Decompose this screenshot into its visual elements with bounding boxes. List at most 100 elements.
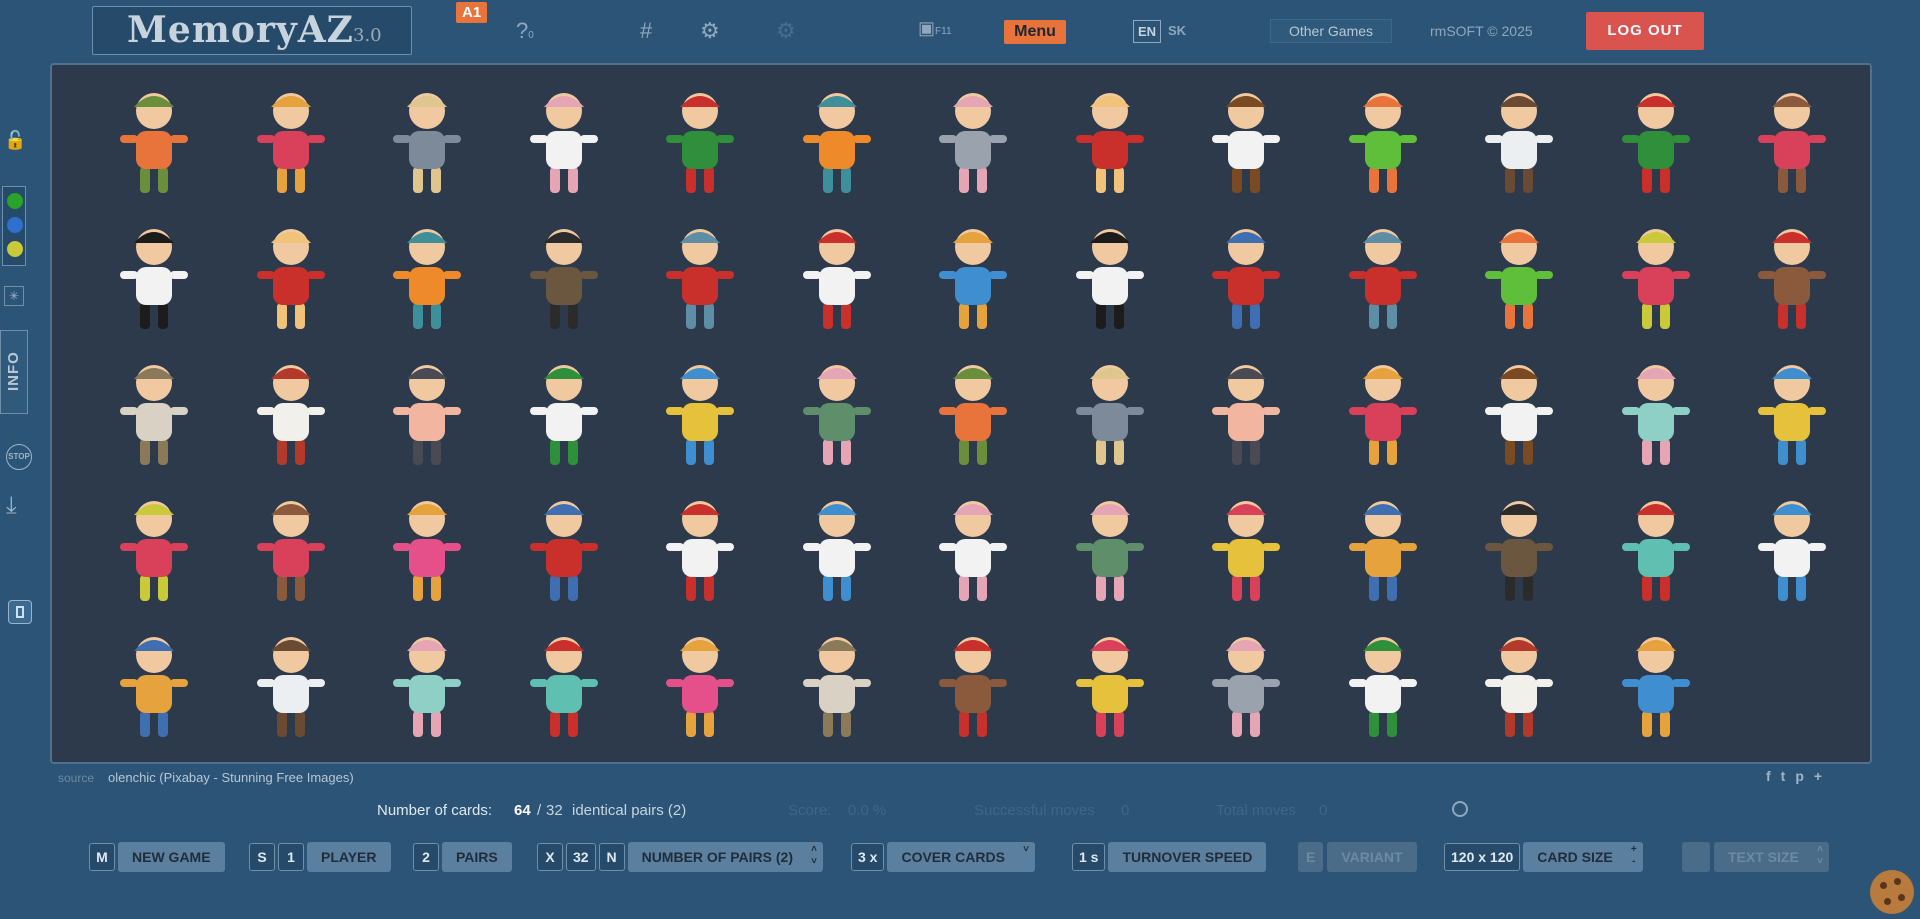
card-traveler[interactable] xyxy=(1588,209,1724,345)
card-blonde-girl[interactable] xyxy=(1178,481,1314,617)
card-owl[interactable] xyxy=(496,209,632,345)
card-chef-cupcakes[interactable] xyxy=(632,481,768,617)
card-happy-girl[interactable] xyxy=(359,617,495,753)
language-en-button[interactable]: EN xyxy=(1133,20,1161,43)
hash-numbers-icon[interactable]: # xyxy=(640,18,652,44)
twitter-icon[interactable]: t xyxy=(1781,768,1786,784)
pairs-value[interactable]: 2 xyxy=(413,843,439,871)
card-size-button[interactable]: CARD SIZE + - xyxy=(1523,842,1643,872)
color-green-button[interactable] xyxy=(7,193,23,209)
card-scarf-man[interactable] xyxy=(1315,209,1451,345)
card-fitness-girl[interactable] xyxy=(359,345,495,481)
card-headphone-girl[interactable] xyxy=(1724,73,1860,209)
card-panda[interactable] xyxy=(86,209,222,345)
card-grandpa[interactable] xyxy=(769,617,905,753)
card-blonde-girl[interactable] xyxy=(1042,617,1178,753)
card-thermometer-boy[interactable] xyxy=(1588,481,1724,617)
card-astronaut[interactable] xyxy=(223,617,359,753)
card-doctor[interactable] xyxy=(769,481,905,617)
source-value[interactable]: olenchic (Pixabay - Stunning Free Images… xyxy=(108,770,354,785)
card-bunny[interactable] xyxy=(905,481,1041,617)
card-doctor[interactable] xyxy=(1724,481,1860,617)
cover-cards-value[interactable]: 3 x xyxy=(851,843,885,871)
card-rollerskater[interactable] xyxy=(1315,345,1451,481)
card-panda[interactable] xyxy=(1042,209,1178,345)
snowflake-icon[interactable]: ✳ xyxy=(4,286,24,306)
pinterest-icon[interactable]: p xyxy=(1795,768,1804,784)
level-badge[interactable]: A1 xyxy=(456,2,488,23)
card-shy-couple[interactable] xyxy=(769,345,905,481)
n-key[interactable]: N xyxy=(598,843,625,871)
number-of-pairs-button[interactable]: NUMBER OF PAIRS (2) ˄ ˅ xyxy=(627,842,823,872)
card-polar-bear[interactable] xyxy=(1451,617,1587,753)
card-happy-girl[interactable] xyxy=(1588,345,1724,481)
card-bbq-man[interactable] xyxy=(1724,209,1860,345)
card-leprechaun[interactable] xyxy=(1588,73,1724,209)
stepper-icon[interactable]: ˄ ˅ xyxy=(811,844,817,868)
help-icon[interactable]: ?0 xyxy=(516,18,534,44)
card-dog-walker[interactable] xyxy=(632,617,768,753)
card-hiker[interactable] xyxy=(86,73,222,209)
card-tiger[interactable] xyxy=(769,73,905,209)
card-pizza-chef[interactable] xyxy=(496,345,632,481)
card-leprechaun[interactable] xyxy=(632,73,768,209)
share-plus-icon[interactable]: + xyxy=(1814,768,1822,784)
card-pregnant-woman[interactable] xyxy=(86,617,222,753)
card-schoolgirl[interactable] xyxy=(359,73,495,209)
card-captain[interactable] xyxy=(1451,345,1587,481)
card-traveler[interactable] xyxy=(86,481,222,617)
card-pencil-girl[interactable] xyxy=(1588,617,1724,753)
cover-cards-button[interactable]: COVER CARDS ˅ xyxy=(887,842,1035,872)
card-crocodile[interactable] xyxy=(1451,209,1587,345)
card-strongman[interactable] xyxy=(223,209,359,345)
card-grandpa[interactable] xyxy=(86,345,222,481)
pairs-button[interactable]: PAIRS xyxy=(442,842,512,872)
other-games-button[interactable]: Other Games xyxy=(1270,19,1392,43)
player-key[interactable]: S xyxy=(249,843,275,871)
card-owl[interactable] xyxy=(1451,481,1587,617)
cookie-icon[interactable] xyxy=(1870,870,1914,914)
download-arrow-icon[interactable]: ⤓ xyxy=(6,492,17,520)
card-astronaut[interactable] xyxy=(1451,73,1587,209)
fullscreen-icon[interactable]: ▣F11 xyxy=(918,18,952,39)
card-pizza-chef[interactable] xyxy=(1315,617,1451,753)
menu-button[interactable]: Menu xyxy=(1004,20,1066,44)
facebook-icon[interactable]: f xyxy=(1766,768,1771,784)
info-tab[interactable]: INFO xyxy=(0,330,28,414)
card-bunny[interactable] xyxy=(496,73,632,209)
card-vacuum-robot[interactable] xyxy=(1724,345,1860,481)
turnover-speed-value[interactable]: 1 s xyxy=(1072,843,1106,871)
language-sk-button[interactable]: SK xyxy=(1168,23,1186,38)
card-dog-walker[interactable] xyxy=(359,481,495,617)
player-button[interactable]: PLAYER xyxy=(307,842,391,872)
card-rollerskater[interactable] xyxy=(223,73,359,209)
new-game-key[interactable]: M xyxy=(89,843,115,871)
x-key[interactable]: X xyxy=(537,843,563,871)
color-blue-button[interactable] xyxy=(7,217,23,233)
lock-icon[interactable]: 🔓 xyxy=(4,130,26,152)
card-shy-couple[interactable] xyxy=(1042,481,1178,617)
card-thermometer-boy[interactable] xyxy=(496,617,632,753)
card-hiker[interactable] xyxy=(905,345,1041,481)
card-crocodile[interactable] xyxy=(1315,73,1451,209)
card-vacuum-robot[interactable] xyxy=(632,345,768,481)
puzzle-icon[interactable]: ⚙ xyxy=(700,18,720,44)
card-pencil-girl[interactable] xyxy=(905,209,1041,345)
card-schoolgirl[interactable] xyxy=(1042,345,1178,481)
color-yellow-button[interactable] xyxy=(7,241,23,257)
card-fitness-girl[interactable] xyxy=(1178,345,1314,481)
card-strongman[interactable] xyxy=(1042,73,1178,209)
card-captain[interactable] xyxy=(1178,73,1314,209)
card-headphone-girl[interactable] xyxy=(223,481,359,617)
player-count[interactable]: 1 xyxy=(278,843,304,871)
card-cyclist[interactable] xyxy=(1178,209,1314,345)
card-chef-cupcakes[interactable] xyxy=(769,209,905,345)
card-size-value[interactable]: 120 x 120 xyxy=(1444,843,1521,871)
card-bbq-man[interactable] xyxy=(905,617,1041,753)
logout-button[interactable]: LOG OUT xyxy=(1586,12,1704,50)
number-of-pairs-value[interactable]: 32 xyxy=(566,843,596,871)
card-scarf-man[interactable] xyxy=(632,209,768,345)
stepper-icon[interactable]: + - xyxy=(1631,844,1637,868)
new-game-button[interactable]: NEW GAME xyxy=(118,842,225,872)
card-tiger[interactable] xyxy=(359,209,495,345)
